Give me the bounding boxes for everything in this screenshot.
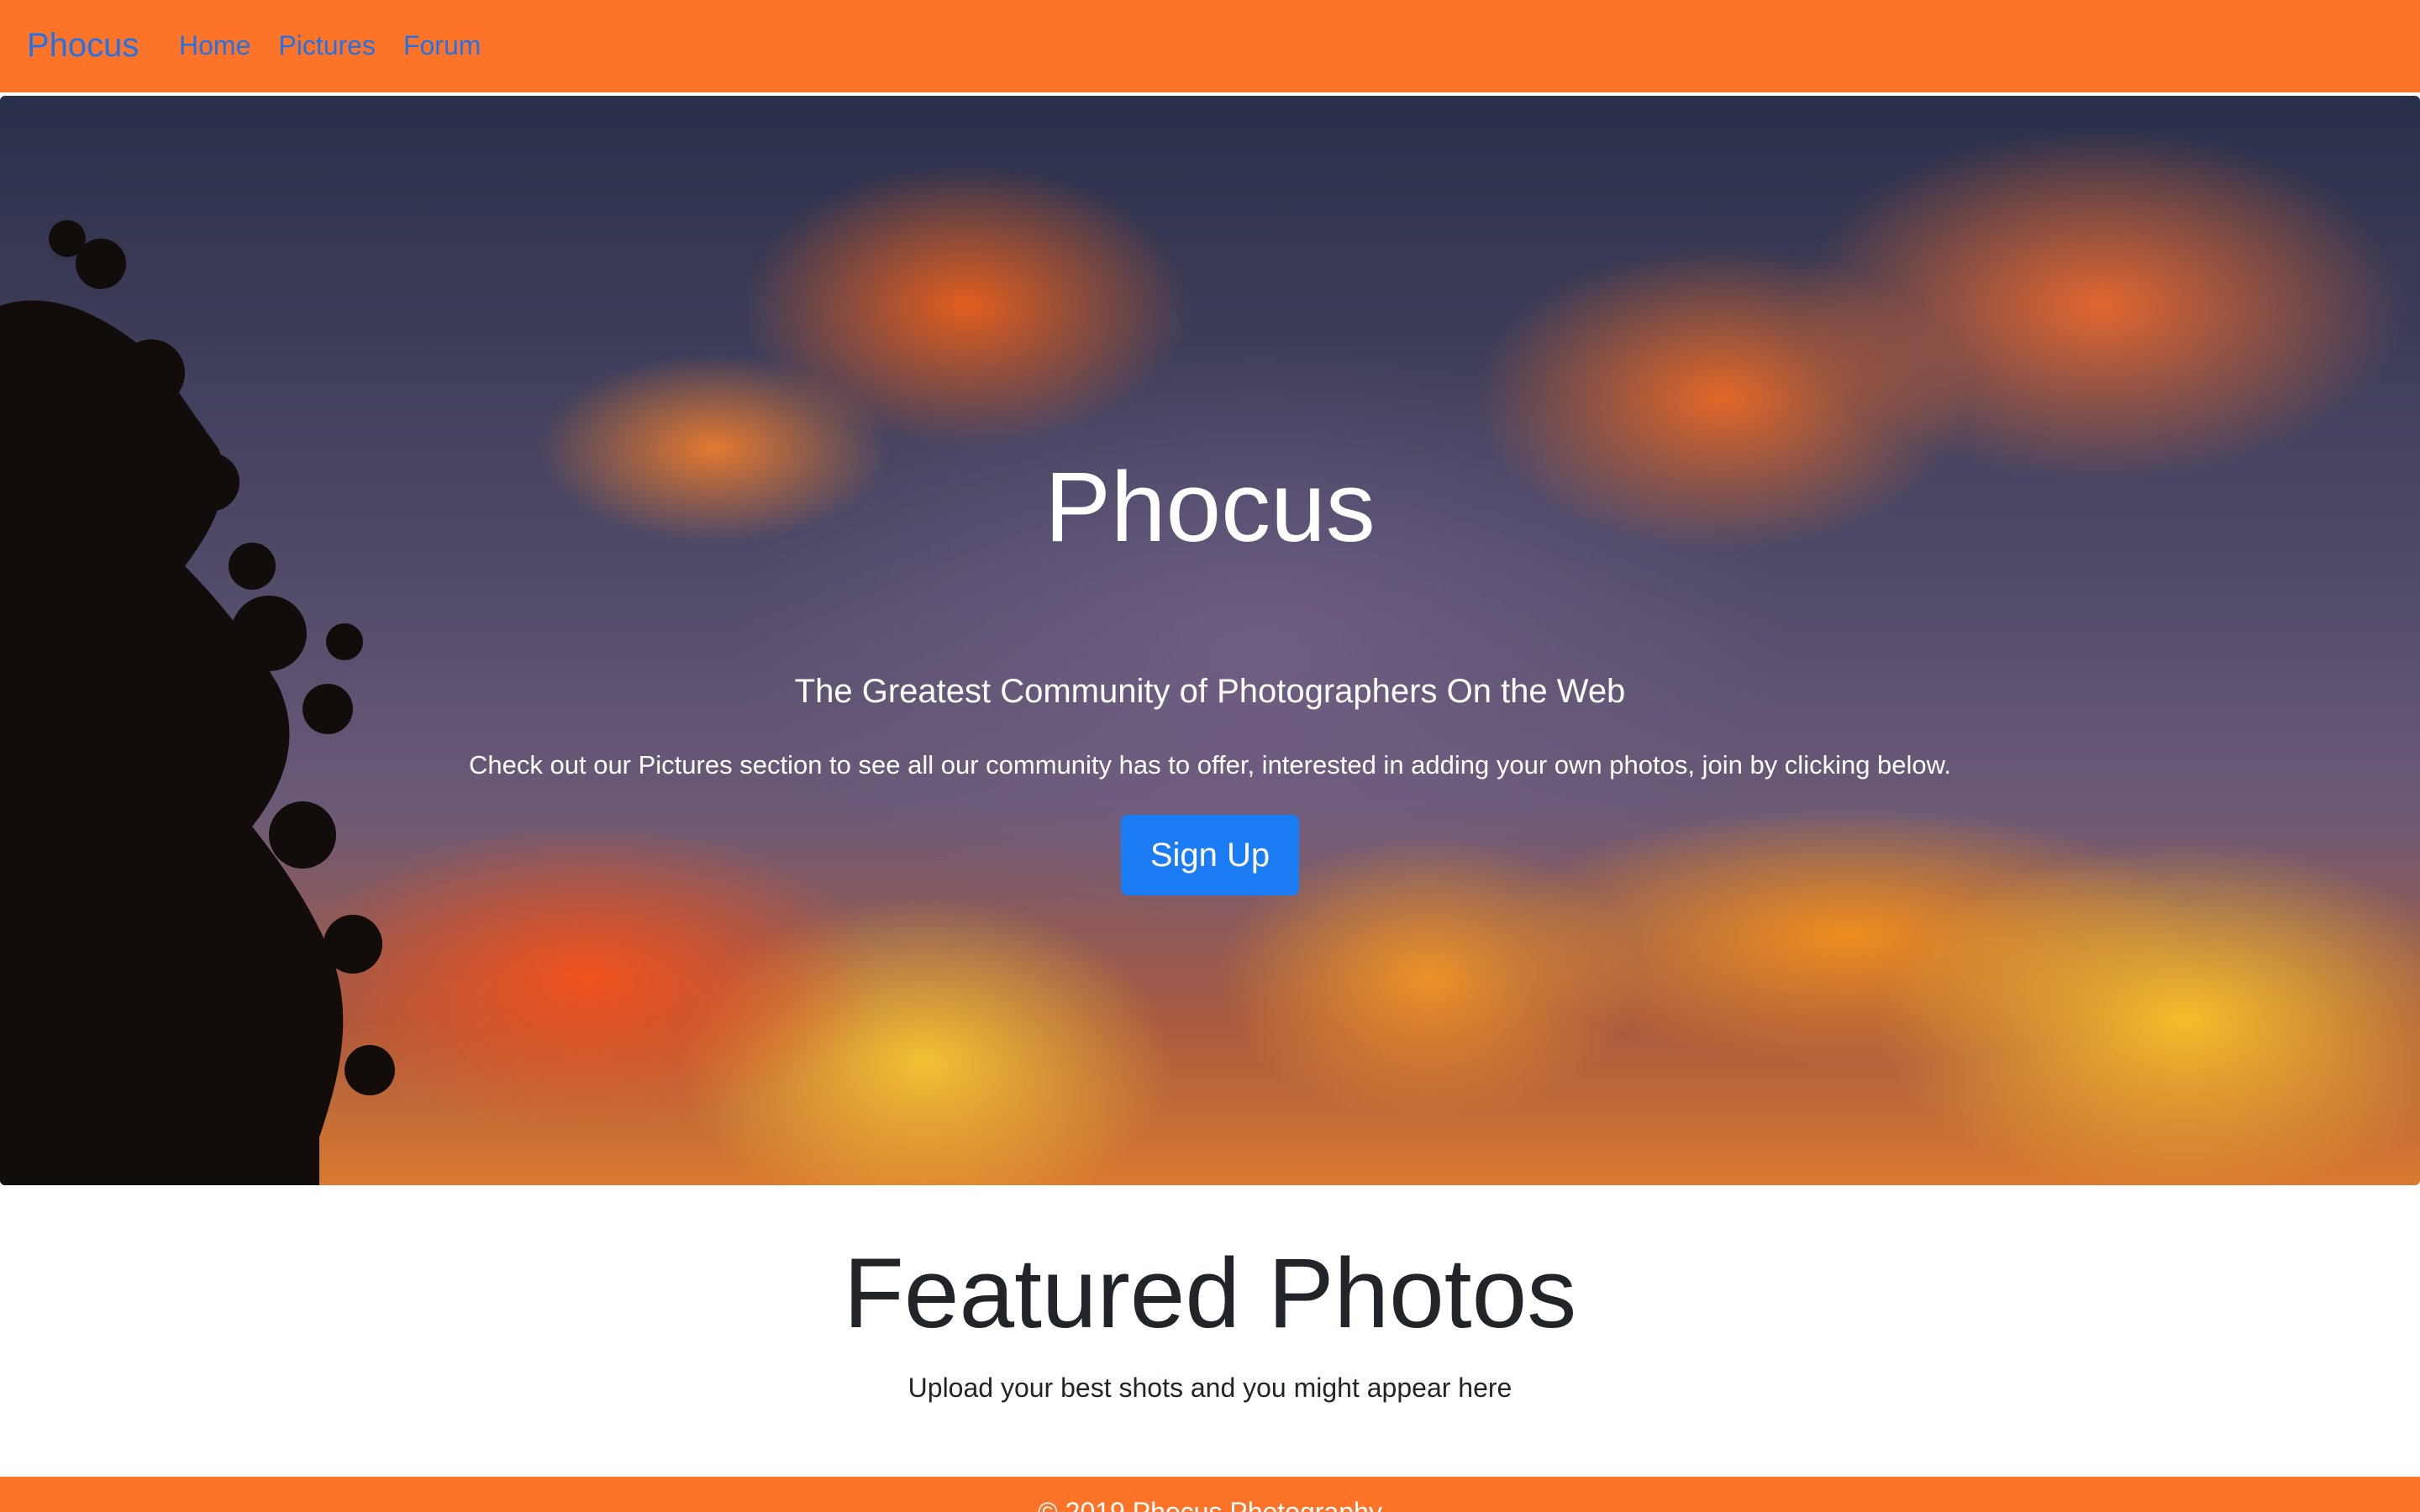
featured-photos-subtitle: Upload your best shots and you might app… xyxy=(908,1373,1512,1403)
footer-copyright: © 2019 Phocus Photography xyxy=(1038,1497,1382,1512)
nav-links: Home Pictures Forum xyxy=(179,27,508,64)
nav-link-forum[interactable]: Forum xyxy=(403,27,481,64)
nav-link-home[interactable]: Home xyxy=(179,27,250,64)
tree-silhouette-image xyxy=(0,220,395,1185)
footer: © 2019 Phocus Photography xyxy=(0,1477,2420,1512)
hero-subtitle: The Greatest Community of Photographers … xyxy=(794,673,1626,710)
featured-photos-title: Featured Photos xyxy=(843,1238,1577,1349)
hero-jumbotron: Phocus The Greatest Community of Photogr… xyxy=(0,96,2420,1185)
sign-up-button[interactable]: Sign Up xyxy=(1121,815,1299,895)
brand-link[interactable]: Phocus xyxy=(27,24,139,67)
hero-title: Phocus xyxy=(1044,452,1376,563)
navbar: Phocus Home Pictures Forum xyxy=(0,0,2420,92)
nav-link-pictures[interactable]: Pictures xyxy=(278,27,376,64)
hero-description: Check out our Pictures section to see al… xyxy=(469,750,1951,780)
